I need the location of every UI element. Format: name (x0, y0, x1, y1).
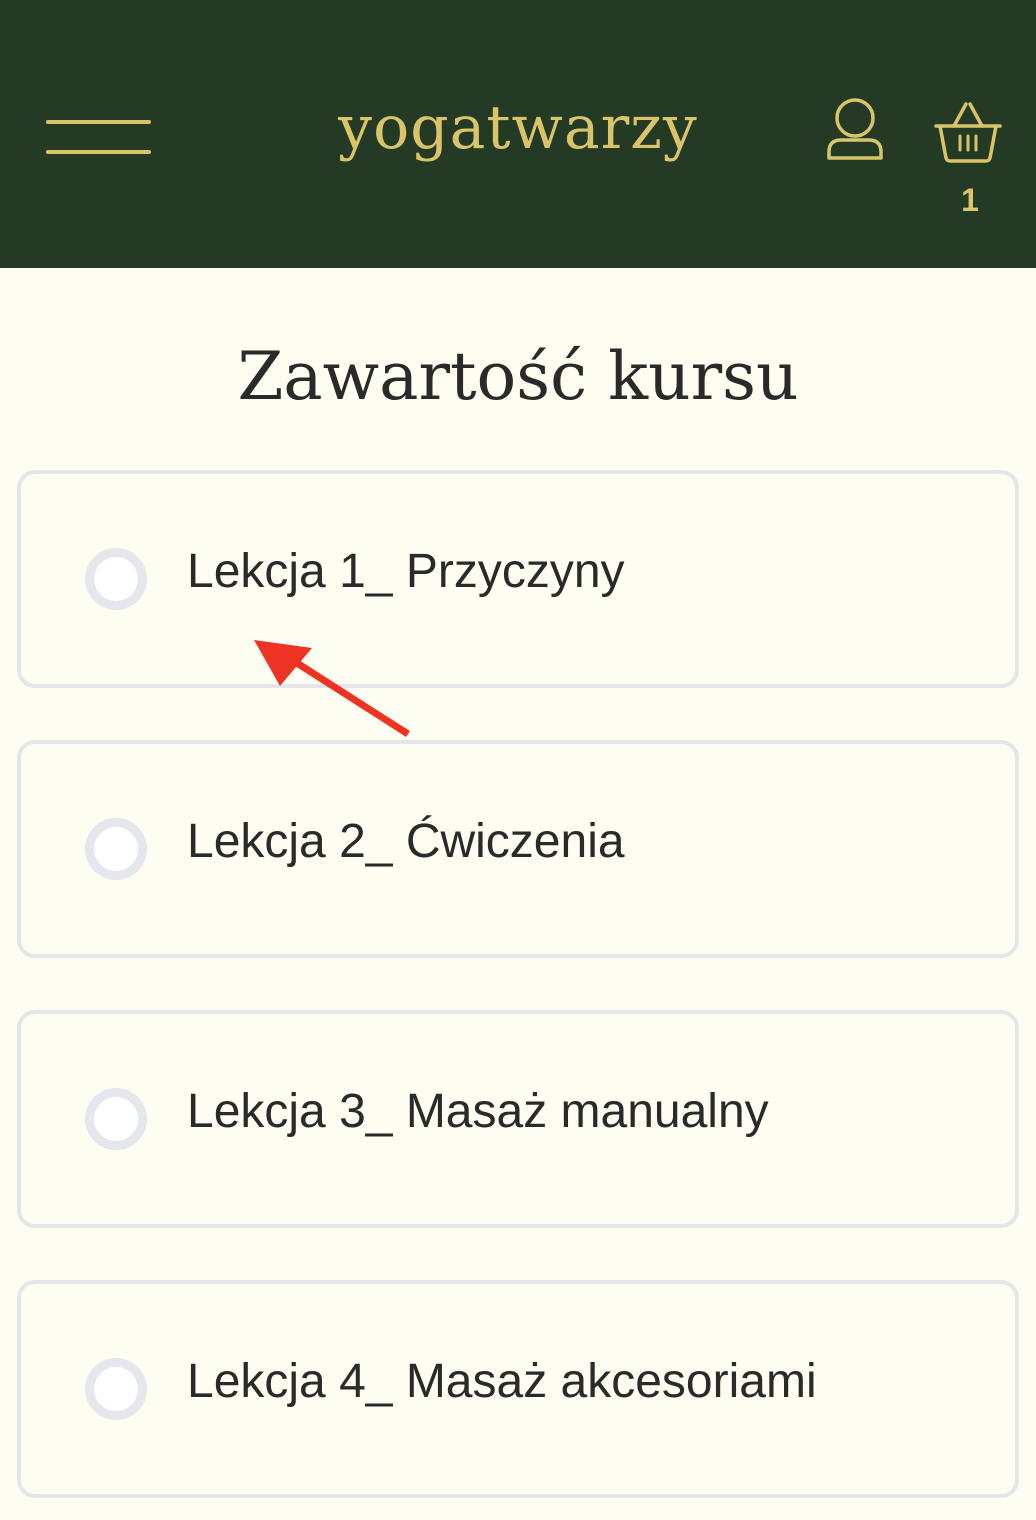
cart-count-badge: 1 (961, 182, 979, 218)
lesson-item-4[interactable]: Lekcja 4_ Masaż akcesoriami (17, 1280, 1019, 1498)
hamburger-menu-icon-line (46, 150, 151, 154)
lesson-label: Lekcja 3_ Masaż manualny (187, 1085, 769, 1138)
lesson-item-3[interactable]: Lekcja 3_ Masaż manualny (17, 1010, 1019, 1228)
lesson-radio-button[interactable] (85, 548, 147, 610)
lesson-label: Lekcja 2_ Ćwiczenia (187, 815, 625, 868)
lesson-label: Lekcja 4_ Masaż akcesoriami (187, 1355, 817, 1408)
lesson-radio-button[interactable] (85, 1358, 147, 1420)
hamburger-menu-icon (46, 120, 151, 124)
logo-link[interactable]: yogatwarzy (338, 93, 698, 163)
lesson-radio-button[interactable] (85, 1088, 147, 1150)
lesson-label: Lekcja 1_ Przyczyny (187, 545, 625, 598)
cart-button[interactable] (930, 98, 1006, 168)
page-title: Zawartość kursu (237, 338, 799, 415)
account-button[interactable] (822, 96, 888, 166)
lesson-radio-button[interactable] (85, 818, 147, 880)
user-icon (827, 98, 883, 160)
site-header: yogatwarzy 1 (0, 0, 1036, 268)
basket-icon (934, 102, 1002, 163)
lesson-item-1[interactable]: Lekcja 1_ Przyczyny (17, 470, 1019, 688)
lesson-item-2[interactable]: Lekcja 2_ Ćwiczenia (17, 740, 1019, 958)
menu-button[interactable] (40, 108, 158, 164)
